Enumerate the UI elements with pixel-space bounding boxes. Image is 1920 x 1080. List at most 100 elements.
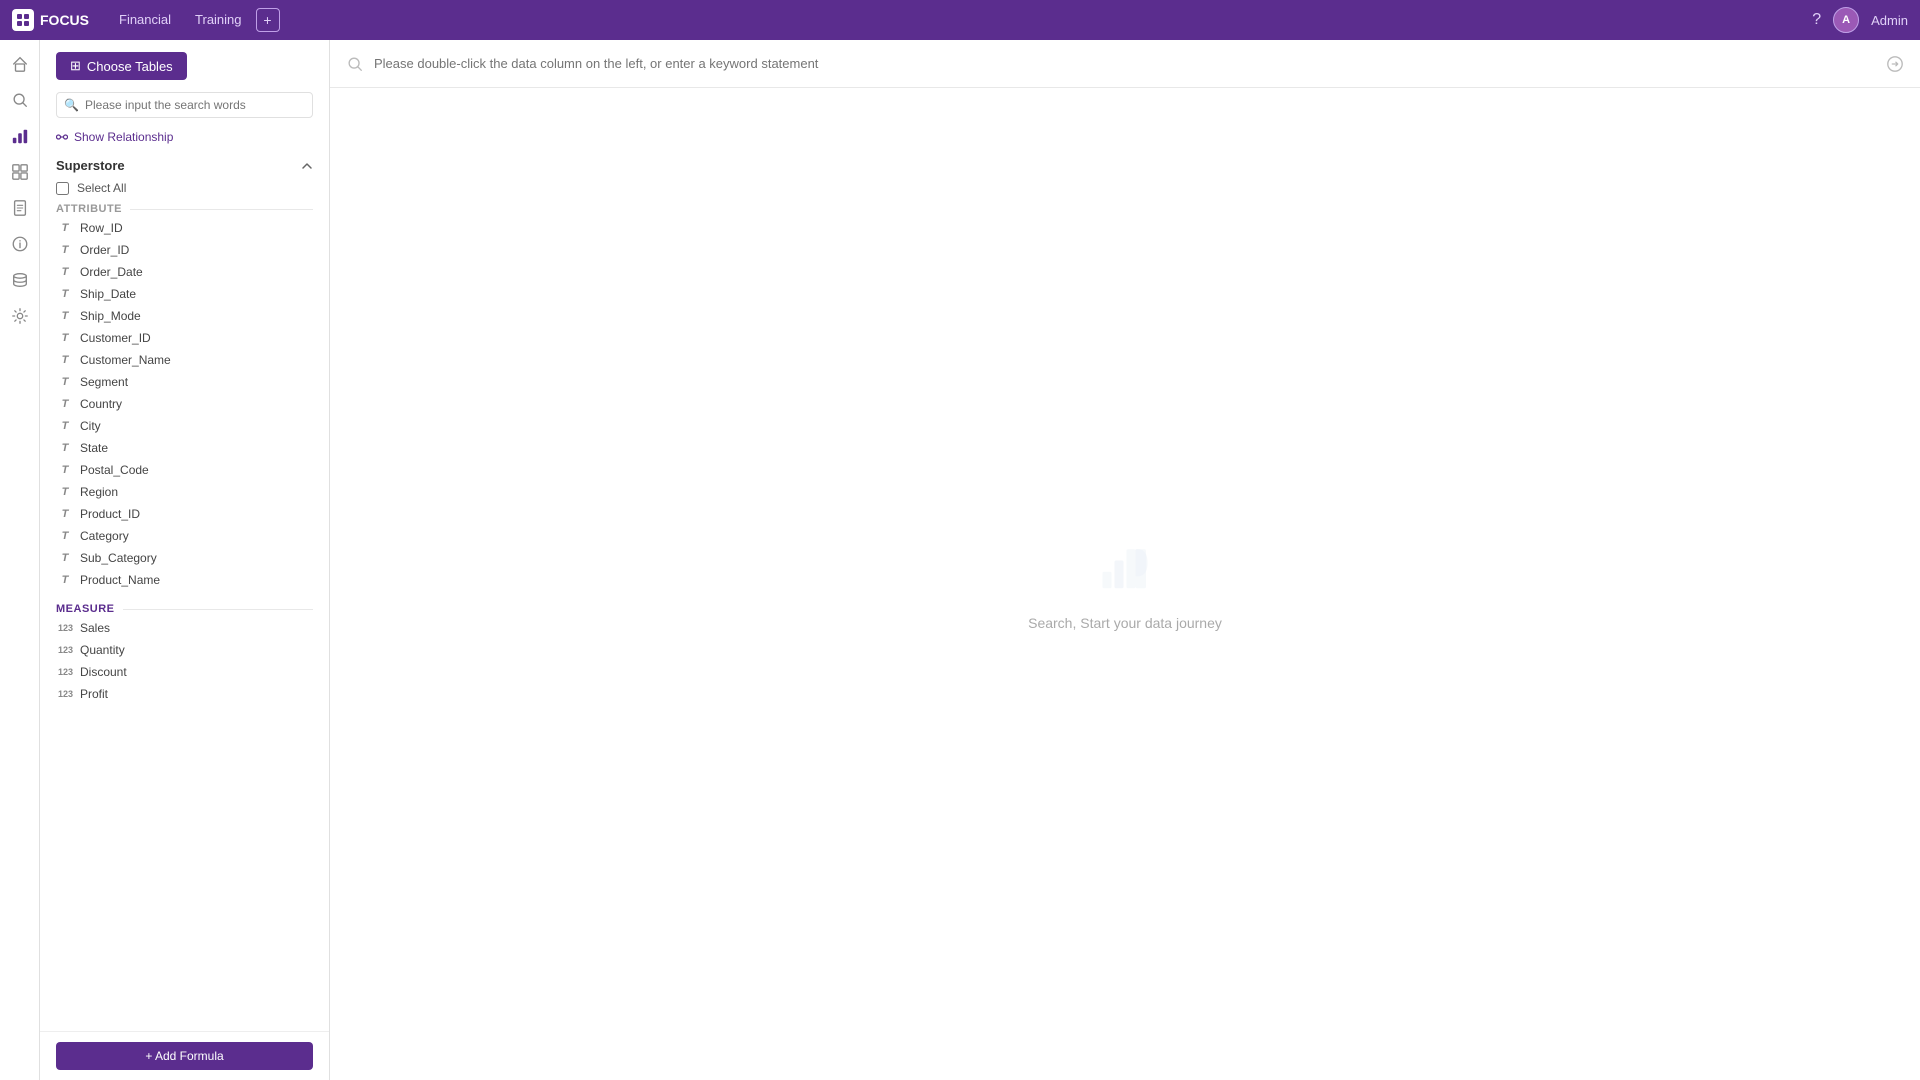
text-type-icon: T	[58, 288, 72, 300]
text-type-icon: T	[58, 332, 72, 344]
show-relationship-label: Show Relationship	[74, 130, 173, 144]
app-logo: FOCUS	[12, 9, 89, 31]
attribute-field-item[interactable]: TSub_Category	[56, 547, 313, 569]
attribute-field-item[interactable]: T Region	[56, 481, 313, 503]
show-relationship-toggle[interactable]: Show Relationship	[40, 126, 329, 152]
select-all-row[interactable]: Select All	[56, 177, 313, 199]
text-type-icon: T	[58, 552, 72, 564]
number-type-icon: 123	[58, 623, 72, 633]
measure-field-item[interactable]: 123Profit	[56, 683, 313, 705]
text-type-icon: T	[58, 354, 72, 366]
add-formula-button[interactable]: + Add Formula	[56, 1042, 313, 1070]
measure-fields-container: 123Sales123Quantity123Discount123Profit	[56, 617, 313, 705]
attribute-field-item[interactable]: TOrder_Date	[56, 261, 313, 283]
measure-section-label: Measure	[56, 599, 313, 617]
left-panel-footer: + Add Formula	[40, 1031, 329, 1080]
field-label: Discount	[80, 665, 127, 679]
field-label: Region	[80, 485, 118, 499]
search-input[interactable]	[56, 92, 313, 118]
select-all-checkbox[interactable]	[56, 182, 69, 195]
attribute-field-item[interactable]: T Ship_Mode	[56, 305, 313, 327]
nav-items: Financial Training +	[109, 8, 1792, 32]
number-type-icon: 123	[58, 667, 72, 677]
database-nav-icon[interactable]	[4, 264, 36, 296]
field-label: City	[80, 419, 101, 433]
app-name: FOCUS	[40, 12, 89, 28]
attribute-field-item[interactable]: T Country	[56, 393, 313, 415]
attribute-fields-container: TRow_IDTOrder_IDTOrder_DateTShip_DateTSh…	[56, 217, 313, 591]
attribute-field-item[interactable]: T City	[56, 415, 313, 437]
text-type-icon: T	[58, 310, 72, 322]
top-navbar: FOCUS Financial Training + ? A Admin	[0, 0, 1920, 40]
text-type-icon: T	[58, 442, 72, 454]
text-type-icon: T	[58, 398, 72, 410]
attribute-field-item[interactable]: T Order_ID	[56, 239, 313, 261]
analytics-nav-icon[interactable]	[4, 120, 36, 152]
field-label: Country	[80, 397, 122, 411]
query-bar	[330, 40, 1920, 88]
grid-nav-icon[interactable]	[4, 156, 36, 188]
measure-field-item[interactable]: 123Sales	[56, 617, 313, 639]
left-panel-header: ⊞ Choose Tables	[40, 40, 329, 88]
text-type-icon: T	[58, 530, 72, 542]
add-tab-button[interactable]: +	[256, 8, 280, 32]
avatar: A	[1833, 7, 1859, 33]
query-input[interactable]	[374, 56, 1876, 71]
username-label: Admin	[1871, 13, 1908, 28]
nav-item-training[interactable]: Training	[185, 8, 251, 32]
attribute-field-item[interactable]: TCategory	[56, 525, 313, 547]
attribute-field-item[interactable]: TState	[56, 437, 313, 459]
home-icon[interactable]	[4, 48, 36, 80]
table-name: Superstore	[56, 158, 125, 173]
search-nav-icon[interactable]	[4, 84, 36, 116]
search-box-icon: 🔍	[64, 98, 79, 112]
field-label: Profit	[80, 687, 108, 701]
text-type-icon: T	[58, 508, 72, 520]
help-icon[interactable]: ?	[1812, 11, 1821, 29]
attribute-field-item[interactable]: T Customer_Name	[56, 349, 313, 371]
measure-field-item[interactable]: 123 Discount	[56, 661, 313, 683]
text-type-icon: T	[58, 486, 72, 498]
empty-state-text: Search, Start your data journey	[1028, 615, 1222, 631]
field-label: Order_Date	[80, 265, 143, 279]
text-type-icon: T	[58, 222, 72, 234]
field-label: Postal_Code	[80, 463, 149, 477]
number-type-icon: 123	[58, 645, 72, 655]
measure-field-item[interactable]: 123 Quantity	[56, 639, 313, 661]
field-label: Customer_ID	[80, 331, 151, 345]
doc-nav-icon[interactable]	[4, 192, 36, 224]
field-label: Product_Name	[80, 573, 160, 587]
attribute-section-label: Attribute	[56, 199, 313, 217]
text-type-icon: T	[58, 376, 72, 388]
main-area: ⊞ Choose Tables 🔍 Show Relationship Supe…	[0, 40, 1920, 1080]
choose-tables-icon: ⊞	[70, 58, 81, 74]
attribute-field-item[interactable]: TPostal_Code	[56, 459, 313, 481]
nav-item-financial[interactable]: Financial	[109, 8, 181, 32]
left-panel: ⊞ Choose Tables 🔍 Show Relationship Supe…	[40, 40, 330, 1080]
field-label: Row_ID	[80, 221, 123, 235]
field-label: Customer_Name	[80, 353, 171, 367]
text-type-icon: T	[58, 244, 72, 256]
field-label: Ship_Mode	[80, 309, 141, 323]
left-panel-content: Superstore Select All Attribute TRow_IDT…	[40, 152, 329, 1031]
attribute-field-item[interactable]: T Product_ID	[56, 503, 313, 525]
search-box: 🔍	[56, 92, 313, 118]
field-label: Product_ID	[80, 507, 140, 521]
attribute-field-item[interactable]: T Customer_ID	[56, 327, 313, 349]
table-section: Superstore Select All Attribute TRow_IDT…	[40, 152, 329, 707]
choose-tables-button[interactable]: ⊞ Choose Tables	[56, 52, 187, 80]
query-action-icon[interactable]	[1886, 55, 1904, 73]
text-type-icon: T	[58, 574, 72, 586]
attribute-field-item[interactable]: T Row_ID	[56, 217, 313, 239]
collapse-icon[interactable]	[301, 160, 313, 172]
settings-nav-icon[interactable]	[4, 300, 36, 332]
topnav-right: ? A Admin	[1812, 7, 1908, 33]
attribute-field-item[interactable]: T Product_Name	[56, 569, 313, 591]
field-label: Order_ID	[80, 243, 129, 257]
attribute-field-item[interactable]: TSegment	[56, 371, 313, 393]
attribute-field-item[interactable]: TShip_Date	[56, 283, 313, 305]
field-label: Quantity	[80, 643, 125, 657]
text-type-icon: T	[58, 420, 72, 432]
info-nav-icon[interactable]	[4, 228, 36, 260]
sidebar-icons	[0, 40, 40, 1080]
